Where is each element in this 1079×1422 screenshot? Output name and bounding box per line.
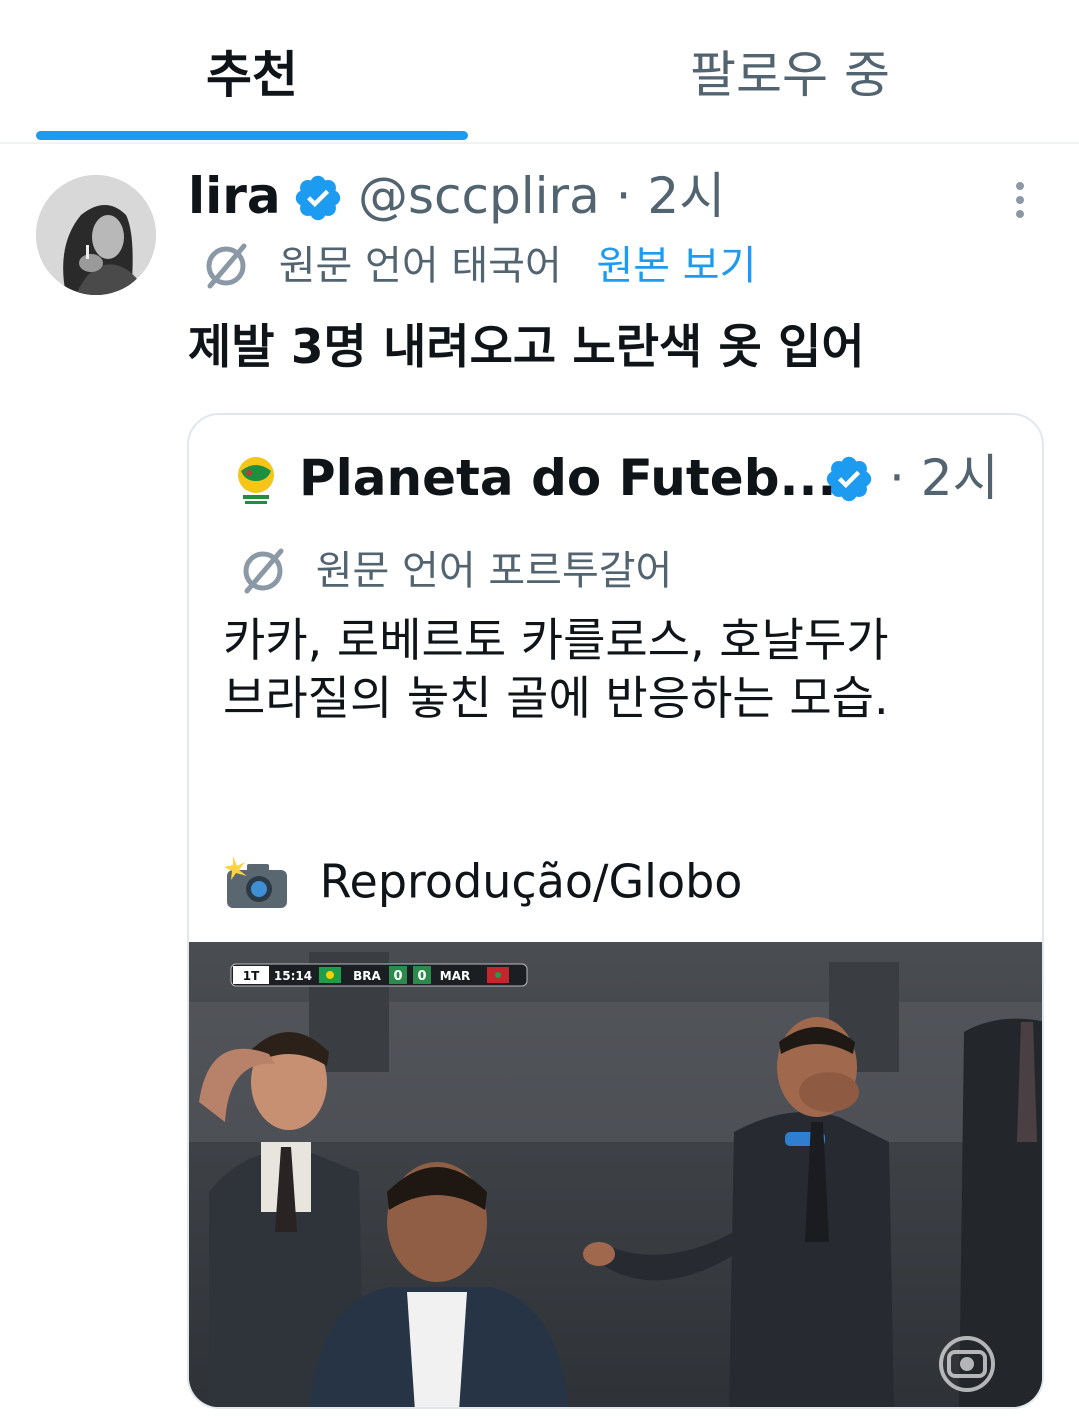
quoted-translation-notice: 원문 언어 포르투갈어	[237, 541, 672, 597]
translation-notice: 원문 언어 태국어 원본 보기	[200, 236, 756, 292]
tab-recommended[interactable]: 추천	[36, 40, 468, 110]
score-clock: 15:14	[274, 969, 312, 983]
verified-badge-icon	[826, 456, 872, 502]
photo-credit: Reprodução/Globo	[223, 845, 742, 915]
verified-badge-icon	[295, 175, 341, 221]
quoted-text-line: 카카, 로베르토 카를로스, 호날두가	[223, 613, 889, 667]
score-away: 0	[417, 969, 426, 984]
planeta-do-futebol-logo-icon	[238, 457, 274, 504]
quoted-tweet[interactable]: Planeta do Futeb... · 2시 원문 언어 포르투갈어 카카,…	[187, 413, 1044, 1409]
camera-flash-icon	[224, 855, 287, 908]
show-original-link[interactable]: 원본 보기	[596, 243, 756, 289]
score-home: 0	[393, 969, 402, 984]
quoted-time: · 2시	[889, 449, 999, 507]
timeline-tabs: 추천 팔로우 중	[0, 0, 1079, 144]
score-away-team: MAR	[440, 969, 470, 983]
display-name[interactable]: lira	[188, 166, 281, 226]
stadium-photo: 1T 15:14 BRA 0 0 MAR	[189, 942, 1042, 1407]
tweet-text: 제발 3명 내려오고 노란색 옷 입어	[188, 320, 865, 375]
translate-icon	[243, 548, 284, 594]
quoted-tweet-text: 카카, 로베르토 카를로스, 호날두가 브라질의 놓친 골에 반응하는 모습.	[223, 611, 1023, 727]
quoted-media-image[interactable]: 1T 15:14 BRA 0 0 MAR	[189, 942, 1042, 1407]
active-tab-indicator	[36, 131, 468, 140]
quoted-source-language-label: 원문 언어 포르투갈어	[315, 548, 673, 594]
more-options-icon[interactable]	[1012, 180, 1028, 220]
avatar[interactable]	[36, 175, 156, 295]
score-bug: 1T 15:14 BRA 0 0 MAR	[230, 963, 528, 987]
translate-icon	[206, 243, 247, 289]
source-language-label: 원문 언어 태국어	[278, 243, 562, 289]
handle-and-time: @sccplira · 2시	[358, 167, 726, 225]
score-home-team: BRA	[353, 969, 381, 983]
quoted-text-line: 브라질의 놓친 골에 반응하는 모습.	[223, 671, 889, 725]
photo-credit-text: Reprodução/Globo	[319, 854, 743, 909]
score-period: 1T	[243, 969, 260, 983]
quoted-display-name[interactable]: Planeta do Futeb...	[299, 445, 836, 511]
avatar-photo	[36, 175, 156, 295]
tab-following[interactable]: 팔로우 중	[540, 40, 1040, 110]
